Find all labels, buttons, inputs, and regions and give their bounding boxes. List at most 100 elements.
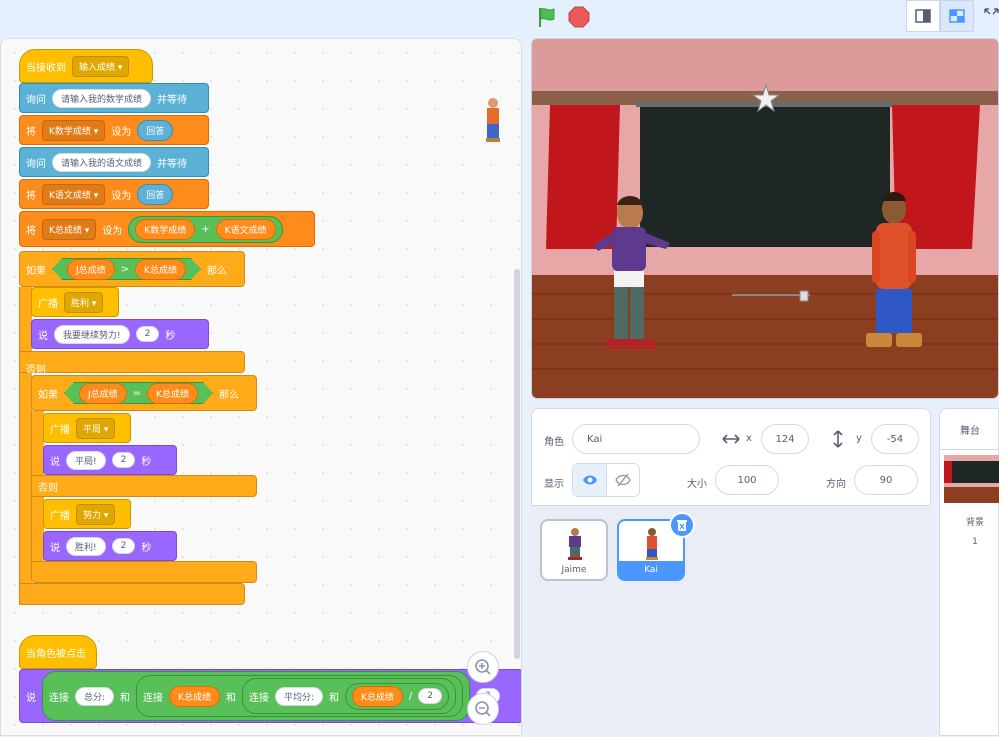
ask-input[interactable]: 请输入我的语文成绩 [52, 152, 152, 172]
add-operator[interactable]: K数学成绩 + K语文成绩 [128, 215, 283, 243]
number-input[interactable]: 2 [418, 688, 443, 704]
sprite-name-input[interactable]: Kai [572, 424, 700, 454]
seconds-input[interactable]: 2 [111, 538, 136, 554]
join-text-input[interactable]: 总分: [75, 686, 115, 706]
block-label: 并等待 [157, 94, 188, 106]
code-scrollbar[interactable] [514, 269, 520, 659]
small-stage-button[interactable] [906, 0, 940, 32]
say-text-input[interactable]: 我要继续努力! [54, 324, 130, 344]
block-label: 广播 [50, 424, 70, 436]
say-for-secs-block[interactable]: 说 胜利! 2 秒 [43, 531, 177, 561]
message-dropdown[interactable]: 胜利 ▾ [64, 291, 104, 313]
say-text-input[interactable]: 胜利! [66, 536, 106, 556]
zoom-out-button[interactable] [467, 693, 499, 725]
block-label: 连接 [248, 692, 269, 704]
direction-input[interactable]: 90 [854, 465, 918, 495]
zoom-out-icon [475, 701, 491, 717]
broadcast-block[interactable]: 广播 平局 ▾ [43, 413, 131, 443]
block-label: 如果 [38, 389, 58, 401]
join-text-input[interactable]: 平均分: [274, 686, 323, 706]
variable-reporter[interactable]: J总成绩 [79, 383, 127, 404]
y-label: y [856, 433, 862, 444]
hide-button[interactable] [607, 464, 639, 496]
small-stage-icon [915, 9, 931, 23]
variable-reporter[interactable]: K语文成绩 [215, 218, 276, 240]
variable-reporter[interactable]: J总成绩 [67, 259, 115, 280]
zoom-in-icon [475, 659, 491, 675]
variable-reporter[interactable]: K总成绩 [147, 383, 198, 404]
say-for-secs-block[interactable]: 说 我要继续努力! 2 秒 [31, 319, 209, 349]
divide-operator[interactable]: K总成绩 / 2 [345, 682, 450, 710]
y-input[interactable]: -54 [871, 424, 919, 454]
normal-stage-icon [949, 9, 965, 23]
ask-input[interactable]: 请输入我的数学成绩 [52, 88, 152, 108]
message-dropdown[interactable]: 平局 ▾ [76, 417, 116, 439]
join-operator[interactable]: 连接 K总成绩 和 连接 平均分: 和 K总成绩 / 2 [136, 675, 464, 717]
if-else-block[interactable]: 如果 J总成绩 = K总成绩 那么 [31, 375, 257, 411]
block-label: 设为 [111, 190, 132, 202]
show-button[interactable] [573, 464, 608, 496]
say-for-secs-block[interactable]: 说 平局! 2 秒 [43, 445, 177, 475]
jaime-sprite[interactable] [590, 193, 678, 355]
say-for-secs-block[interactable]: 说 连接 总分: 和 连接 K总成绩 和 连接 平均分: 和 K总成绩 / 2 [19, 669, 521, 723]
join-operator[interactable]: 连接 平均分: 和 K总成绩 / 2 [241, 678, 457, 714]
broadcast-block[interactable]: 广播 努力 ▾ [43, 499, 131, 529]
eye-hidden-icon [615, 473, 631, 487]
when-sprite-clicked-block[interactable]: 当角色被点击 [19, 635, 97, 669]
ask-block[interactable]: 询问 请输入我的语文成绩 并等待 [19, 147, 209, 177]
stage-tab[interactable]: 舞台 [940, 409, 999, 450]
zoom-in-button[interactable] [467, 651, 499, 683]
broadcast-block[interactable]: 广播 胜利 ▾ [31, 287, 119, 317]
variable-dropdown[interactable]: K数学成绩 ▾ [42, 119, 106, 141]
variable-reporter[interactable]: K总成绩 [352, 685, 403, 707]
stage-selector-panel[interactable]: 舞台 背景 1 [939, 408, 999, 736]
equals-operator[interactable]: J总成绩 = K总成绩 [64, 382, 213, 404]
seconds-input[interactable]: 2 [111, 452, 136, 468]
stop-icon[interactable] [568, 6, 590, 28]
ask-block[interactable]: 询问 请输入我的数学成绩 并等待 [19, 83, 209, 113]
seconds-input[interactable]: 2 [135, 326, 160, 342]
else-label: 否则 [38, 482, 58, 494]
backdrop-thumbnail [944, 455, 999, 503]
visibility-toggle[interactable] [572, 463, 640, 497]
answer-reporter[interactable]: 回答 [137, 119, 174, 141]
answer-reporter[interactable]: 回答 [137, 183, 174, 205]
normal-stage-button[interactable] [940, 0, 974, 32]
set-variable-block[interactable]: 将 K总成绩 ▾ 设为 K数学成绩 + K语文成绩 [19, 211, 315, 247]
sprite-tile-jaime[interactable]: Jaime [540, 519, 608, 581]
set-variable-block[interactable]: 将 K数学成绩 ▾ 设为 回答 [19, 115, 209, 145]
dropdown-value: 胜利 [71, 298, 90, 309]
block-label: 和 [329, 692, 339, 704]
if-else-block[interactable]: 如果 J总成绩 > K总成绩 那么 [19, 251, 245, 287]
code-area[interactable]: 当接收到 输入成绩 ▾ 询问 请输入我的数学成绩 并等待 将 K数学成绩 ▾ 设… [0, 38, 522, 736]
sprite-name-value: Kai [587, 433, 603, 445]
when-receive-block[interactable]: 当接收到 输入成绩 ▾ [19, 49, 153, 83]
variable-dropdown[interactable]: K语文成绩 ▾ [42, 183, 106, 205]
operator-symbol: = [132, 387, 142, 399]
x-input[interactable]: 124 [761, 424, 809, 454]
dropdown-value: 输入成绩 [79, 62, 116, 73]
operator-symbol: + [201, 223, 210, 235]
delete-sprite-button[interactable] [669, 512, 695, 538]
block-label: 设为 [102, 225, 123, 237]
sprite-tile-name: Kai [619, 561, 683, 579]
size-input[interactable]: 100 [715, 465, 779, 495]
join-operator[interactable]: 连接 总分: 和 连接 K总成绩 和 连接 平均分: 和 K总成绩 / 2 [42, 671, 471, 721]
say-text-input[interactable]: 平局! [66, 450, 106, 470]
block-label: 将 [26, 190, 36, 202]
dropdown-value: 平局 [83, 424, 102, 435]
variable-reporter[interactable]: K总成绩 [135, 259, 186, 280]
message-dropdown[interactable]: 努力 ▾ [76, 503, 116, 525]
variable-dropdown[interactable]: K总成绩 ▾ [42, 218, 97, 240]
greater-than-operator[interactable]: J总成绩 > K总成绩 [52, 258, 201, 280]
fullscreen-icon[interactable] [984, 8, 999, 28]
stage-canvas[interactable] [531, 38, 999, 399]
kai-sprite[interactable] [858, 191, 930, 356]
block-label: 说 [26, 692, 36, 704]
variable-reporter[interactable]: K数学成绩 [135, 218, 196, 240]
message-dropdown[interactable]: 输入成绩 ▾ [72, 55, 130, 77]
x-label: x [746, 433, 752, 444]
variable-reporter[interactable]: K总成绩 [169, 685, 220, 707]
set-variable-block[interactable]: 将 K语文成绩 ▾ 设为 回答 [19, 179, 209, 209]
green-flag-icon[interactable] [536, 6, 558, 28]
